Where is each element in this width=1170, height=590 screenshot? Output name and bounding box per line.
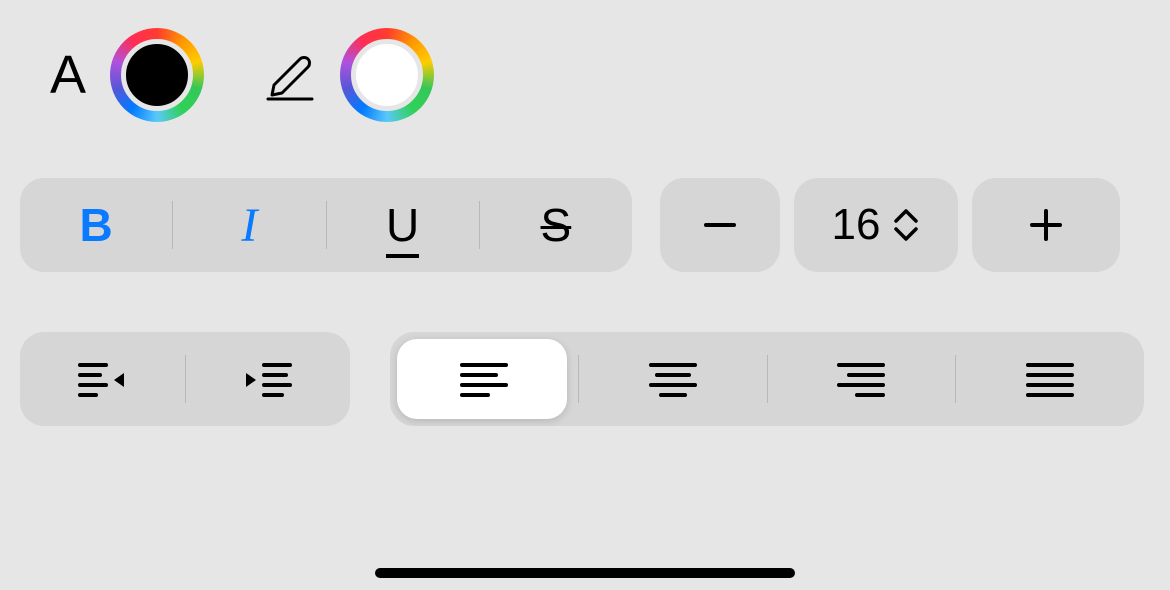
bold-button[interactable]: B xyxy=(20,178,172,272)
italic-button[interactable]: I xyxy=(173,178,325,272)
text-style-group: B I U S xyxy=(20,178,632,272)
alignment-group xyxy=(390,332,1144,426)
underline-label: U xyxy=(386,198,419,252)
text-color-swatch xyxy=(121,39,193,111)
text-color-label: A xyxy=(50,44,86,106)
home-indicator[interactable] xyxy=(375,568,795,578)
align-center-icon xyxy=(647,359,699,399)
stepper-icon xyxy=(892,207,920,243)
align-justify-button[interactable] xyxy=(956,332,1144,426)
highlight-color-swatch xyxy=(351,39,423,111)
font-size-decrease-button[interactable] xyxy=(660,178,780,272)
outdent-button[interactable] xyxy=(20,332,185,426)
bold-label: B xyxy=(80,198,113,252)
highlight-icon xyxy=(262,47,318,103)
minus-icon xyxy=(698,203,742,247)
align-justify-icon xyxy=(1024,359,1076,399)
plus-icon xyxy=(1024,203,1068,247)
underline-button[interactable]: U xyxy=(327,178,479,272)
align-center-button[interactable] xyxy=(579,332,767,426)
font-size-increase-button[interactable] xyxy=(972,178,1120,272)
indent-button[interactable] xyxy=(186,332,351,426)
text-color-picker[interactable] xyxy=(110,28,204,122)
italic-label: I xyxy=(241,198,257,253)
strikethrough-label: S xyxy=(541,198,572,252)
align-right-icon xyxy=(835,359,887,399)
font-size-group: 16 xyxy=(660,178,1120,272)
align-right-button[interactable] xyxy=(768,332,956,426)
indent-group xyxy=(20,332,350,426)
align-left-icon xyxy=(458,359,510,399)
indent-icon xyxy=(242,357,294,401)
strikethrough-button[interactable]: S xyxy=(480,178,632,272)
align-left-button[interactable] xyxy=(390,332,578,426)
outdent-icon xyxy=(76,357,128,401)
font-size-value: 16 xyxy=(832,200,881,250)
font-size-value-button[interactable]: 16 xyxy=(794,178,958,272)
highlight-color-picker[interactable] xyxy=(340,28,434,122)
